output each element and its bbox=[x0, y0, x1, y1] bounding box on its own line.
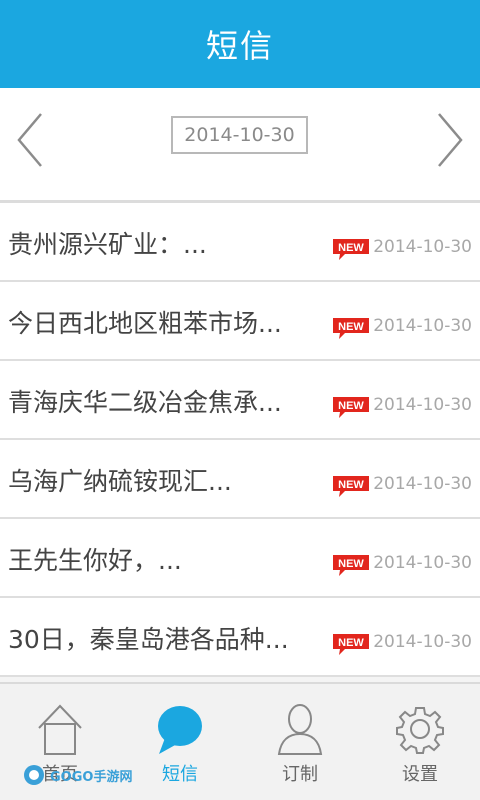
message-date: 2014-10-30 bbox=[373, 553, 472, 573]
watermark-text: GOGO手游网 bbox=[50, 769, 133, 785]
message-item[interactable]: 乌海广纳硫铵现汇... NEW 2014-10-30 bbox=[0, 440, 480, 519]
previous-date-button[interactable] bbox=[6, 108, 54, 172]
chat-bubble-icon bbox=[158, 706, 202, 754]
new-badge-icon: NEW bbox=[333, 476, 369, 497]
message-item[interactable]: 30日，秦皇岛港各品种... NEW 2014-10-30 bbox=[0, 598, 480, 677]
message-date: 2014-10-30 bbox=[373, 395, 472, 415]
message-item[interactable]: 贵州源兴矿业：... NEW 2014-10-30 bbox=[0, 203, 480, 282]
watermark-logo: GOGO手游网 bbox=[22, 758, 142, 792]
message-preview: 青海庆华二级冶金焦承... bbox=[8, 388, 282, 417]
message-list: 贵州源兴矿业：... NEW 2014-10-30 今日西北地区粗苯市场... … bbox=[0, 203, 480, 677]
message-item[interactable]: 今日西北地区粗苯市场... NEW 2014-10-30 bbox=[0, 282, 480, 361]
new-badge-icon: NEW bbox=[333, 318, 369, 339]
message-date: 2014-10-30 bbox=[373, 316, 472, 336]
tab-label: 短信 bbox=[162, 764, 198, 785]
app-header: 短信 bbox=[0, 0, 480, 88]
svg-text:NEW: NEW bbox=[338, 637, 364, 649]
svg-text:NEW: NEW bbox=[338, 558, 364, 570]
new-badge-icon: NEW bbox=[333, 239, 369, 260]
svg-text:NEW: NEW bbox=[338, 242, 364, 254]
tab-label: 设置 bbox=[402, 764, 438, 785]
message-preview: 贵州源兴矿业：... bbox=[8, 230, 207, 259]
page-title: 短信 bbox=[205, 27, 274, 65]
message-date: 2014-10-30 bbox=[373, 474, 472, 494]
svg-text:NEW: NEW bbox=[338, 400, 364, 412]
message-preview: 30日，秦皇岛港各品种... bbox=[8, 625, 289, 654]
message-preview: 乌海广纳硫铵现汇... bbox=[8, 467, 232, 496]
new-badge-icon: NEW bbox=[333, 555, 369, 576]
message-date: 2014-10-30 bbox=[373, 237, 472, 257]
gear-icon bbox=[396, 707, 444, 754]
tab-settings[interactable]: 设置 bbox=[360, 684, 480, 800]
chevron-left-icon bbox=[17, 113, 42, 167]
tab-subscribe[interactable]: 订制 bbox=[240, 684, 360, 800]
person-icon bbox=[277, 704, 323, 755]
chevron-right-icon bbox=[438, 113, 463, 167]
home-icon bbox=[38, 704, 82, 755]
message-item[interactable]: 青海庆华二级冶金焦承... NEW 2014-10-30 bbox=[0, 361, 480, 440]
current-date-display[interactable]: 2014-10-30 bbox=[171, 116, 308, 154]
next-date-button[interactable] bbox=[426, 108, 474, 172]
message-preview: 今日西北地区粗苯市场... bbox=[8, 309, 282, 338]
svg-text:NEW: NEW bbox=[338, 321, 364, 333]
gamepad-icon bbox=[24, 765, 44, 785]
message-preview: 王先生你好，... bbox=[8, 546, 182, 575]
svg-text:NEW: NEW bbox=[338, 479, 364, 491]
message-date: 2014-10-30 bbox=[373, 632, 472, 652]
date-navigator: 2014-10-30 bbox=[0, 88, 480, 200]
new-badge-icon: NEW bbox=[333, 634, 369, 655]
tab-label: 订制 bbox=[282, 764, 318, 785]
message-item[interactable]: 王先生你好，... NEW 2014-10-30 bbox=[0, 519, 480, 598]
new-badge-icon: NEW bbox=[333, 397, 369, 418]
